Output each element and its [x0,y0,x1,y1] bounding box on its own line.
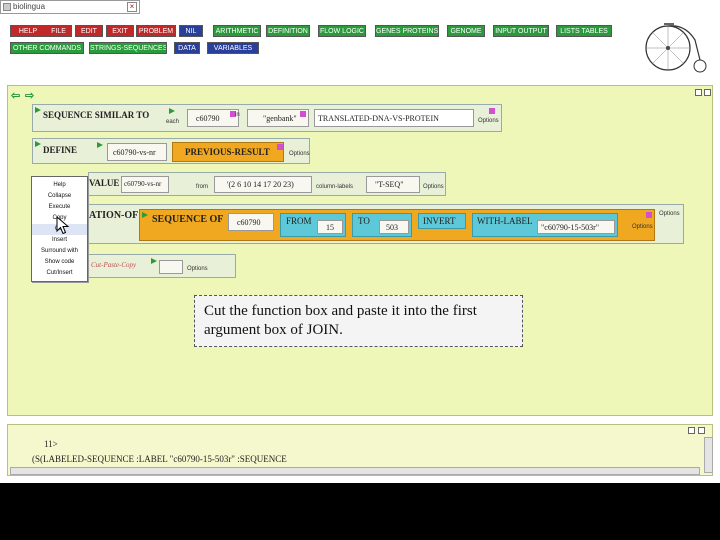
label-value-box[interactable]: "c60790-15-503r" [537,220,615,234]
vertical-scrollbar[interactable] [704,437,713,473]
mouse-cursor-icon [56,216,70,235]
flag-icon [35,107,41,113]
maximize-icon[interactable] [704,89,711,96]
maximize-icon[interactable] [698,427,705,434]
from-value-box[interactable]: 15 [317,220,343,234]
flag-icon [142,212,148,218]
menu-button-variables[interactable]: VARIABLES [207,42,259,54]
penny-farthing-logo [645,23,707,73]
output-panel[interactable]: 11> (S(LABELED-SEQUENCE :LABEL "c60790-1… [7,424,713,476]
flag-icon [97,142,103,148]
column-labels-label: column-labels [316,184,354,190]
delete-icon[interactable] [489,108,495,114]
menu-button-problem[interactable]: PROBLEM [136,25,176,37]
translation-keyword: ATION-OF [89,210,139,221]
define-keyword: DEFINE [43,145,78,155]
context-menu-item-cut-insert[interactable]: Cut/Insert [32,268,87,279]
delete-icon[interactable] [300,111,306,117]
minimize-icon[interactable] [695,89,702,96]
menu-button-flow-logic[interactable]: FLOW LOGIC [318,25,366,37]
menu-button-genome[interactable]: GENOME [447,25,485,37]
menu-button-other-commands[interactable]: OTHER COMMANDS [10,42,84,54]
sequence-name-box[interactable]: c60790 [228,213,274,231]
sequence-similar-box[interactable]: SEQUENCE SIMILAR TO each c60790 in "genb… [32,104,502,132]
define-box[interactable]: DEFINE c60790-vs-nr PREVIOUS-RESULT Opti… [32,138,310,164]
context-menu-item-help[interactable]: Help [32,180,87,191]
to-value-box[interactable]: 503 [379,220,409,234]
from-label: from [196,184,208,190]
back-arrow-icon[interactable]: ⇦ [11,89,20,102]
delete-icon[interactable] [277,144,283,150]
flag-icon [169,108,175,114]
sequence-of-box[interactable]: SEQUENCE OF c60790 FROM 15 TO 503 INVERT… [139,209,655,241]
options-button[interactable]: Options [659,211,680,217]
code-workspace[interactable]: ⇦ ⇨ SEQUENCE SIMILAR TO each c60790 in "… [7,85,713,416]
horizontal-scrollbar[interactable] [10,467,700,475]
menu-button-nil[interactable]: NIL [179,25,203,37]
value-keyword: VALUE [89,178,120,188]
menu-button-data[interactable]: DATA [174,42,200,54]
translation-of-box[interactable]: ATION-OF SEQUENCE OF c60790 FROM 15 TO 5… [88,204,684,244]
flag-icon [151,258,157,264]
value-box[interactable]: VALUE c60790-vs-nr from '(2 6 10 14 17 2… [88,172,446,196]
options-button[interactable]: Options [423,184,444,190]
window-title: biolingua [13,2,46,11]
menu-button-arithmetic[interactable]: ARITHMETIC [213,25,261,37]
menu-button-definition[interactable]: DEFINITION [266,25,310,37]
forward-arrow-icon[interactable]: ⇨ [25,89,34,102]
each-label: each [166,119,180,125]
window-tab[interactable]: biolingua × [0,0,140,14]
application-screen: biolingua × HELP FILE EDIT EXIT PROBLEM NIL AR… [0,0,720,483]
menu-button-strings-sequences[interactable]: STRINGS-SEQUENCES [89,42,167,54]
minimize-icon[interactable] [688,427,695,434]
menu-button-file[interactable]: FILE [45,25,72,37]
from-option-box[interactable]: FROM 15 [280,213,346,237]
menu-button-genes-proteins[interactable]: GENES PROTEINS [375,25,439,37]
context-menu-item-collapse[interactable]: Collapse [32,191,87,202]
cut-paste-hint: Cut-Paste-Copy [91,261,137,269]
menu-button-edit[interactable]: EDIT [75,25,103,37]
database-arg-box[interactable]: "genbank" [247,109,309,127]
options-button[interactable]: Options [187,266,208,272]
flag-icon [35,141,41,147]
options-button[interactable]: Options [632,224,653,230]
menu-button-lists-tables[interactable]: LISTS TABLES [556,25,612,37]
window-icon [3,3,11,11]
delete-icon[interactable] [646,212,652,218]
close-icon[interactable]: × [127,2,137,12]
context-menu-item-execute[interactable]: Execute [32,202,87,213]
instruction-callout: Cut the function box and paste it into t… [194,295,523,347]
invert-option-box[interactable]: INVERT [418,213,466,229]
repl-prompt: 11> [44,439,58,449]
repl-result: (S(LABELED-SEQUENCE :LABEL "c60790-15-50… [32,454,287,464]
options-button[interactable]: Options [289,151,310,157]
pasted-box[interactable]: Cut-Paste-Copy Options [88,254,236,278]
sequence-arg-box[interactable]: c60790 [187,109,239,127]
in-label: in [235,112,240,118]
context-menu-item-show-code[interactable]: Show code [32,257,87,268]
instruction-text: Cut the function box and paste it into t… [204,303,477,338]
previous-result-box[interactable]: PREVIOUS-RESULT [172,142,284,162]
column-arg-box[interactable]: "T-SEQ" [366,176,420,193]
context-menu-item-insert[interactable]: Insert [32,235,87,246]
define-name-box[interactable]: c60790-vs-nr [107,143,167,161]
value-table-box[interactable]: c60790-vs-nr [121,176,169,193]
menu-button-input-output[interactable]: INPUT OUTPUT [493,25,549,37]
method-arg-box[interactable]: TRANSLATED-DNA-VS-PROTEIN [314,109,474,127]
context-menu-item-surround-with[interactable]: Surround with [32,246,87,257]
to-option-box[interactable]: TO 503 [352,213,412,237]
options-button[interactable]: Options [478,118,499,124]
sequence-similar-keyword: SEQUENCE SIMILAR TO [43,110,150,120]
with-label-option-box[interactable]: WITH-LABEL "c60790-15-503r" [472,213,618,237]
rows-list-box[interactable]: '(2 6 10 14 17 20 23) [214,176,312,193]
menu-button-help[interactable]: HELP [10,25,46,37]
menu-button-exit[interactable]: EXIT [106,25,134,37]
empty-arg-box[interactable] [159,260,183,274]
